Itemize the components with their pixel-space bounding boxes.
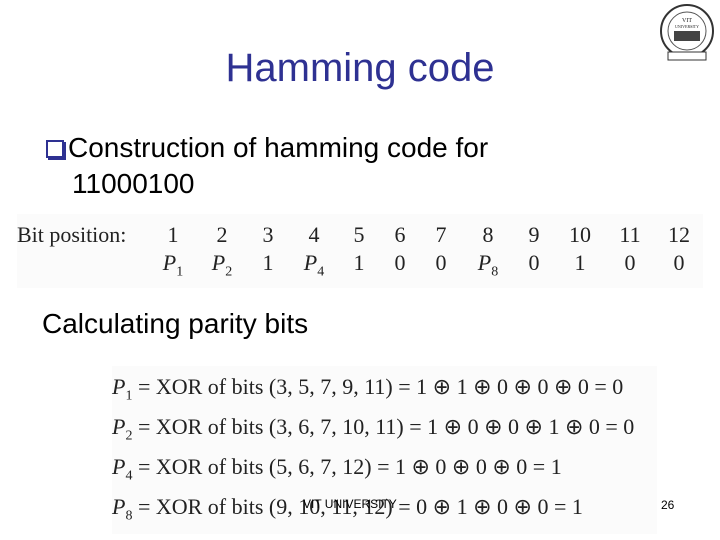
bit-value-12: 0 (673, 250, 685, 275)
bit-value-3: 1 (262, 250, 274, 275)
bit-value-1: P1 (162, 250, 184, 280)
bit-position-8: 8 (482, 222, 494, 247)
parity-equation: P1 = XOR of bits (3, 5, 7, 9, 11) = 1 ⊕ … (112, 374, 624, 404)
bit-value-5: 1 (353, 250, 365, 275)
bit-position-10: 10 (569, 222, 591, 247)
bit-value-2: P2 (211, 250, 233, 280)
bit-position-5: 5 (353, 222, 365, 247)
bullet-item: Construction of hamming code for (46, 132, 488, 164)
bit-position-1: 1 (167, 222, 179, 247)
bullet-text-continued: 11000100 (72, 168, 195, 199)
bullet-text: Construction of hamming code for (68, 132, 489, 163)
bit-position-4: 4 (308, 222, 320, 247)
bit-value-11: 0 (624, 250, 636, 275)
bullet-square-icon (46, 140, 64, 158)
bit-value-9: 0 (528, 250, 540, 275)
bit-position-6: 6 (394, 222, 406, 247)
equation-text: = XOR of bits (3, 6, 7, 10, 11) = 1 ⊕ 0 … (132, 414, 635, 439)
subheading: Calculating parity bits (42, 308, 309, 339)
bit-value-4: P4 (303, 250, 325, 280)
bit-position-12: 12 (668, 222, 690, 247)
bit-position-11: 11 (619, 222, 641, 247)
vit-university-logo-icon: VIT UNIVERSITY (660, 4, 714, 61)
footer-text: VIT UNIVERSITY (303, 497, 397, 511)
bit-position-9: 9 (528, 222, 540, 247)
bit-position-3: 3 (262, 222, 274, 247)
bit-position-label: Bit position: (17, 222, 127, 247)
bit-value-7: 0 (435, 250, 447, 275)
bit-value-10: 1 (574, 250, 586, 275)
page-number: 26 (661, 498, 675, 512)
parity-equation: P2 = XOR of bits (3, 6, 7, 10, 11) = 1 ⊕… (112, 414, 635, 444)
bit-value-8: P8 (477, 250, 499, 280)
svg-text:UNIVERSITY: UNIVERSITY (675, 24, 699, 29)
slide-title: Hamming code (225, 46, 495, 90)
bit-value-6: 0 (394, 250, 406, 275)
parity-equation: P4 = XOR of bits (5, 6, 7, 12) = 1 ⊕ 0 ⊕… (112, 454, 562, 484)
bit-position-7: 7 (435, 222, 447, 247)
equation-text: = XOR of bits (5, 6, 7, 12) = 1 ⊕ 0 ⊕ 0 … (132, 454, 562, 479)
equation-text: = XOR of bits (3, 5, 7, 9, 11) = 1 ⊕ 1 ⊕… (132, 374, 624, 399)
bit-position-2: 2 (216, 222, 228, 247)
bit-position-table: Bit position: 1 2 3 4 5 6 7 8 9 10 11 12 P1 P2 1 P4 1 0 0 P… (17, 214, 703, 288)
